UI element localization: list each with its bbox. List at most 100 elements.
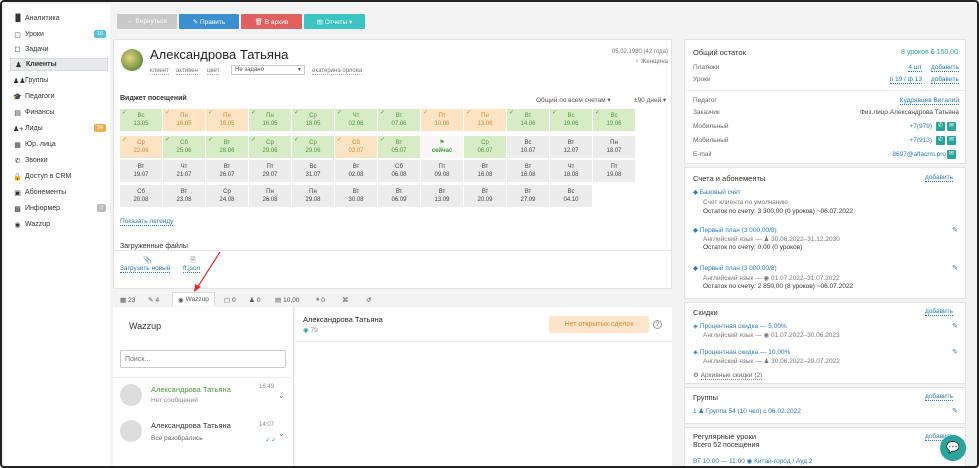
back-button[interactable]: ← Вернуться: [117, 14, 177, 29]
attendance-cell[interactable]: Вт 16.08: [507, 160, 549, 182]
attendance-cell[interactable]: ⚑ сейчас: [421, 136, 463, 158]
tab-0[interactable]: ▦ 23: [120, 294, 135, 306]
sidebar-item-9[interactable]: ✆ Звонки: [10, 154, 108, 167]
attendance-cell[interactable]: Вт 19.07: [120, 160, 162, 182]
payments-add-link[interactable]: добавить: [926, 64, 959, 72]
mobile-2-value[interactable]: +7(913): [822, 137, 932, 144]
accounts-add-link[interactable]: добавить: [925, 174, 954, 182]
attendance-cell[interactable]: Сб 06.08: [378, 160, 420, 182]
groups-add-link[interactable]: добавить: [925, 393, 954, 401]
discount2-title[interactable]: ◈ Процентная скидка — 10,00%: [693, 348, 790, 356]
discounts-add-link[interactable]: добавить: [925, 308, 954, 316]
sidebar-item-3[interactable]: ♟ Клиенты: [10, 58, 108, 71]
attendance-cell[interactable]: Ср 06.07: [464, 136, 506, 158]
sidebar-item-1[interactable]: ▢ Уроки 15: [10, 28, 108, 41]
attendance-cell[interactable]: Вт 06.09: [378, 185, 420, 207]
attendance-cell[interactable]: Вт 23.08: [163, 185, 205, 207]
mail-icon[interactable]: ✉: [947, 150, 956, 159]
tab-6[interactable]: ⏸ 0: [316, 294, 325, 306]
sidebar-item-10[interactable]: 🔒 Доступ в CRM: [10, 170, 108, 183]
tag-client[interactable]: клиент: [150, 68, 169, 75]
attendance-cell[interactable]: ✓ Вт 05.07: [378, 136, 420, 158]
attendance-cell[interactable]: ✓ Ср 29.06: [292, 136, 334, 158]
attendance-cell[interactable]: Сб 20.08: [120, 185, 162, 207]
attendance-cell[interactable]: ✓ Чт 02.06: [335, 109, 377, 131]
pencil-icon[interactable]: ✎: [952, 322, 958, 330]
tab-8[interactable]: ↺: [366, 294, 373, 306]
archived-discounts-link[interactable]: ⚙ Архивные скидки (2): [693, 371, 763, 380]
attendance-cell[interactable]: Пн 18.07: [593, 136, 635, 158]
attendance-cell[interactable]: ✓ Пн 16.05: [249, 109, 291, 131]
support-chat-icon[interactable]: 💬: [940, 435, 966, 461]
lessons-count[interactable]: п 19 / ф 13: [862, 76, 922, 84]
pencil-icon[interactable]: ✎: [952, 407, 958, 415]
attendance-cell[interactable]: Пт 29.07: [249, 160, 291, 182]
tab-1[interactable]: ✎ 4: [148, 294, 159, 306]
message-icon[interactable]: ✉: [947, 136, 956, 145]
sidebar-item-12[interactable]: ▩ Информер 2: [10, 202, 108, 215]
pencil-icon[interactable]: ✎: [952, 264, 958, 272]
attendance-cell[interactable]: Вт 20.09: [464, 185, 506, 207]
attendance-cell[interactable]: ✓ Ср 18.05: [292, 109, 334, 131]
manager-link[interactable]: екатерина орлова: [312, 68, 363, 75]
chat-conversation-item[interactable]: Александрова Татьяна Все разобрались 14:…: [113, 412, 294, 448]
widget-period-select[interactable]: ±90 дней ▾: [634, 96, 666, 104]
attendance-cell[interactable]: Вс 04.10: [550, 185, 592, 207]
reports-button[interactable]: ▤ Отчеты ▾: [304, 14, 365, 29]
chat-search-input[interactable]: [120, 350, 286, 368]
call-icon[interactable]: ✆: [936, 122, 945, 131]
pencil-icon[interactable]: ✎: [952, 348, 958, 356]
sidebar-item-5[interactable]: 🎓 Педагоги: [10, 90, 108, 103]
chat-conversation-item[interactable]: Александрова Татьяна Нет сообщений 16:49…: [113, 379, 294, 415]
chevron-down-icon[interactable]: ⌄: [278, 391, 285, 400]
sidebar-item-2[interactable]: ☐ Задачи: [10, 43, 108, 56]
attendance-cell[interactable]: Чт 18.08: [550, 160, 592, 182]
attendance-cell[interactable]: Пт 09.08: [421, 160, 463, 182]
show-legend-link[interactable]: Показать легенду: [120, 218, 174, 226]
archive-button[interactable]: 🗑 В архив: [241, 14, 302, 29]
sidebar-item-13[interactable]: ◉ Wazzup: [10, 218, 108, 231]
attendance-cell[interactable]: ✓ Ср 22.06: [120, 136, 162, 158]
sidebar-item-0[interactable]: ▐▌ Аналитика: [10, 12, 108, 25]
tab-7[interactable]: ⌘: [342, 294, 351, 306]
regular-lesson-item[interactable]: ВТ 10:00 — 11:00 ◉ Китай-город / Ауд.2: [693, 457, 813, 465]
attendance-cell[interactable]: ✓ Вт 14.06: [507, 109, 549, 131]
plan2-title[interactable]: ◆ Первый план (3 000,00/8): [693, 264, 777, 272]
sidebar-item-4[interactable]: ♟♟ Группы: [10, 74, 108, 87]
attendance-cell[interactable]: Вт 30.08: [335, 185, 377, 207]
attendance-cell[interactable]: ✓ Вт 07.06: [378, 109, 420, 131]
discount1-title[interactable]: ◈ Процентная скидка — 5,00%: [693, 322, 787, 330]
attendance-cell[interactable]: Чт 21.07: [163, 160, 205, 182]
attendance-cell[interactable]: Вс 10.07: [507, 136, 549, 158]
attendance-cell[interactable]: Пн 26.08: [249, 185, 291, 207]
tag-active[interactable]: активен: [176, 68, 198, 75]
teacher-link[interactable]: Кудрявцев Виталий: [802, 97, 959, 105]
message-icon[interactable]: ✉: [947, 122, 956, 131]
plan1-title[interactable]: ◆ Первый план (3 000,00/8): [693, 226, 777, 234]
attendance-cell[interactable]: Вт 13.09: [421, 185, 463, 207]
attendance-cell[interactable]: ✓ Вс 13.05: [120, 109, 162, 131]
attendance-cell[interactable]: ✓ Пт 10.06: [421, 109, 463, 131]
attendance-cell[interactable]: Ср 24.08: [206, 185, 248, 207]
attendance-cell[interactable]: ✓ Пн 13.06: [464, 109, 506, 131]
attendance-cell[interactable]: Вт 16.08: [464, 160, 506, 182]
lessons-add-link[interactable]: добавить: [926, 76, 959, 84]
upload-link[interactable]: Загрузить новый: [120, 265, 171, 273]
tag-color[interactable]: цвет: [207, 68, 220, 75]
group-item[interactable]: 1 ♟ Группа 54 (10 чел) с 06.02.2022: [693, 407, 801, 415]
chevron-down-icon[interactable]: ⌄: [278, 429, 285, 438]
pencil-icon[interactable]: ✎: [952, 226, 958, 234]
call-icon[interactable]: ✆: [936, 136, 945, 145]
payments-count[interactable]: 4 шт: [862, 64, 922, 72]
attendance-cell[interactable]: Вт 27.09: [507, 185, 549, 207]
widget-filter-select[interactable]: Общий по всем счетам ▾: [536, 96, 611, 104]
attendance-cell[interactable]: Вс 31.07: [292, 160, 334, 182]
attendance-cell[interactable]: Вт 26.07: [206, 160, 248, 182]
attendance-cell[interactable]: ✓ Ср 29.06: [249, 136, 291, 158]
attendance-cell[interactable]: ✓ Пн 16.05: [206, 109, 248, 131]
sidebar-item-6[interactable]: ▤ Финансы: [10, 106, 108, 119]
attendance-cell[interactable]: Вт 12.07: [550, 136, 592, 158]
sidebar-item-8[interactable]: ▦ Юр. лица: [10, 138, 108, 151]
email-value[interactable]: 8697@alfacrm.pro: [822, 151, 946, 158]
edit-button[interactable]: ✎ Править: [179, 14, 239, 29]
